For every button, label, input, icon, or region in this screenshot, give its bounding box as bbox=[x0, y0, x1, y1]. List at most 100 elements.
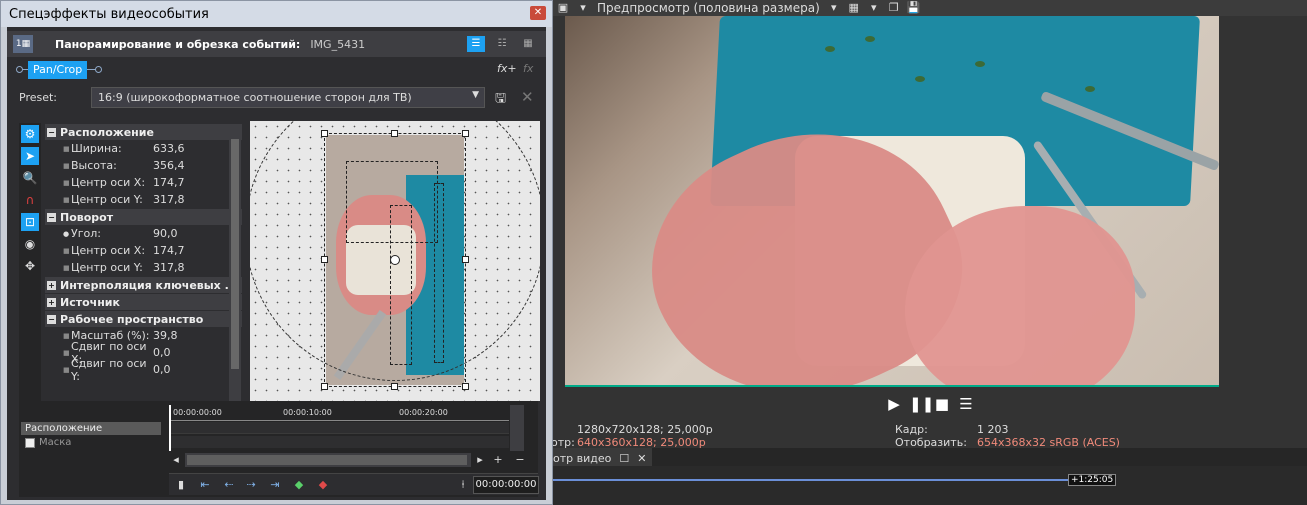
preset-label: Preset: bbox=[19, 91, 58, 104]
delete-keyframe-icon[interactable]: ◆ bbox=[315, 478, 331, 492]
dropdown-arrow-icon[interactable]: ▾ bbox=[827, 1, 841, 15]
view-grid-icon[interactable]: ▦ bbox=[519, 36, 537, 52]
lock-aspect-icon[interactable]: ⊡ bbox=[21, 213, 39, 231]
close-icon[interactable]: ✕ bbox=[530, 6, 546, 20]
resize-handle[interactable] bbox=[391, 130, 398, 137]
section-interpolation[interactable]: + Интерполяция ключевых ... bbox=[45, 277, 242, 293]
scrollbar-thumb[interactable] bbox=[231, 139, 239, 369]
add-fx-icon[interactable]: fx+ bbox=[497, 62, 517, 75]
video-leaf bbox=[825, 46, 835, 52]
frame-value: 1 203 bbox=[977, 423, 1009, 436]
film-icon: 1▦ bbox=[13, 35, 33, 53]
select-tool-icon[interactable]: ➤ bbox=[21, 147, 39, 165]
resize-handle[interactable] bbox=[462, 256, 469, 263]
view-details-icon[interactable]: ☷ bbox=[493, 36, 511, 52]
section-workspace[interactable]: − Рабочее пространство bbox=[45, 311, 242, 327]
preview-video-frame bbox=[565, 16, 1219, 385]
section-rotation[interactable]: − Поворот bbox=[45, 209, 242, 225]
tool-palette: ⚙ ➤ 🔍 ∩ ⊡ ◉ ✥ bbox=[19, 123, 41, 405]
pan-crop-canvas[interactable] bbox=[250, 121, 540, 401]
collapse-icon: − bbox=[47, 212, 56, 222]
prop-row[interactable]: ■ Центр оси X: 174,7 bbox=[45, 174, 242, 191]
zoom-tool-icon[interactable]: 🔍 bbox=[21, 169, 39, 187]
first-keyframe-icon[interactable]: ⇤ bbox=[197, 478, 213, 492]
collapse-icon: − bbox=[47, 127, 56, 137]
resize-handle[interactable] bbox=[321, 256, 328, 263]
remove-fx-icon[interactable]: fx bbox=[523, 62, 533, 75]
prop-row[interactable]: ■ Центр оси Y: 317,8 bbox=[45, 191, 242, 208]
center-handle[interactable] bbox=[390, 255, 400, 265]
track-position-label[interactable]: Расположение bbox=[21, 422, 161, 435]
add-keyframe-icon[interactable]: ◆ bbox=[291, 478, 307, 492]
section-source[interactable]: + Источник bbox=[45, 294, 242, 310]
preview-quality-select[interactable]: Предпросмотр (половина размера) bbox=[597, 1, 820, 15]
prop-row[interactable]: ■ Сдвиг по оси Y: 0,0 bbox=[45, 357, 242, 383]
keyframe-track-position[interactable] bbox=[169, 422, 509, 434]
frame-label: Кадр: bbox=[895, 423, 928, 436]
scrollbar-thumb[interactable] bbox=[187, 455, 467, 465]
resize-handle[interactable] bbox=[462, 130, 469, 137]
next-keyframe-icon[interactable]: ⇢ bbox=[243, 478, 259, 492]
pan-crop-chip[interactable]: Pan/Crop bbox=[28, 61, 88, 79]
save-preset-icon[interactable]: 🖫 bbox=[495, 89, 511, 106]
dropdown-arrow-icon[interactable]: ▾ bbox=[867, 1, 881, 15]
preview-settings-icon[interactable]: ▣ bbox=[556, 1, 570, 15]
move-tool-icon[interactable]: ✥ bbox=[21, 257, 39, 275]
view-list-icon[interactable]: ☰ bbox=[467, 36, 485, 52]
settings-tool-icon[interactable]: ⚙ bbox=[21, 125, 39, 143]
expand-icon: + bbox=[47, 280, 56, 290]
chain-end-dot bbox=[95, 66, 102, 73]
crop-guide-rect bbox=[390, 205, 412, 365]
rotate-center-icon[interactable]: ◉ bbox=[21, 235, 39, 253]
section-position[interactable]: − Расположение bbox=[45, 124, 242, 140]
preset-row: Preset: 16:9 (широкоформатное соотношени… bbox=[7, 87, 546, 109]
properties-panel: − Расположение ■ Ширина: 633,6 ■ Высота: 356,… bbox=[45, 123, 242, 405]
prop-row[interactable]: ● Угол: 90,0 bbox=[45, 225, 242, 242]
preset-select[interactable]: 16:9 (широкоформатное соотношение сторон… bbox=[91, 87, 485, 108]
magnet-snap-icon[interactable]: ∩ bbox=[21, 191, 39, 209]
grid-overlay-icon[interactable]: ▦ bbox=[847, 1, 861, 15]
resize-handle[interactable] bbox=[391, 383, 398, 390]
save-snapshot-icon[interactable]: 💾 bbox=[907, 1, 921, 15]
mask-checkbox[interactable] bbox=[25, 437, 35, 448]
delete-preset-icon[interactable]: ✕ bbox=[521, 88, 537, 106]
stop-icon[interactable]: ■ bbox=[933, 395, 951, 413]
timecode-pin-icon: ⍿ bbox=[461, 478, 465, 491]
zoom-out-icon[interactable]: − bbox=[513, 453, 527, 467]
sync-cursor-icon[interactable]: ▮ bbox=[173, 478, 189, 492]
keyframe-timecode[interactable]: 00:00:00:00 bbox=[473, 476, 539, 494]
pause-icon[interactable]: ❚❚ bbox=[909, 395, 934, 413]
video-leaf bbox=[975, 61, 985, 67]
tab-video-preview[interactable]: отр видео ☐ ✕ bbox=[553, 448, 653, 466]
scroll-right-icon[interactable]: ▸ bbox=[473, 453, 487, 467]
keyframe-ruler[interactable]: 00:00:00:00 00:00:10:00 00:00:20:00 bbox=[169, 407, 509, 421]
last-keyframe-icon[interactable]: ⇥ bbox=[267, 478, 283, 492]
prev-keyframe-icon[interactable]: ⇠ bbox=[221, 478, 237, 492]
prop-row[interactable]: ■ Высота: 356,4 bbox=[45, 157, 242, 174]
prop-row[interactable]: ■ Центр оси Y: 317,8 bbox=[45, 259, 242, 276]
preview-tabbar: отр видео ☐ ✕ bbox=[553, 448, 1307, 466]
play-icon[interactable]: ▶ bbox=[885, 395, 903, 413]
keyframe-vscroll[interactable] bbox=[510, 405, 524, 451]
maximize-icon[interactable]: ☐ bbox=[619, 452, 629, 465]
fx-chain: Pan/Crop fx+ fx bbox=[15, 60, 546, 80]
plugin-header: 1▦ Панорамирование и обрезка событий: IM… bbox=[7, 31, 546, 57]
crop-guide-rect bbox=[434, 183, 444, 363]
scroll-left-icon[interactable]: ◂ bbox=[169, 453, 183, 467]
window-titlebar[interactable]: Спецэффекты видеособытия ✕ bbox=[1, 1, 552, 27]
properties-scrollbar[interactable] bbox=[229, 125, 241, 405]
copy-snapshot-icon[interactable]: ❐ bbox=[887, 1, 901, 15]
keyframe-hscroll[interactable] bbox=[185, 453, 471, 467]
keyframe-track-mask[interactable] bbox=[169, 436, 509, 448]
dropdown-arrow-icon[interactable]: ▾ bbox=[576, 1, 590, 15]
prop-row[interactable]: ■ Ширина: 633,6 bbox=[45, 140, 242, 157]
zoom-in-icon[interactable]: + bbox=[491, 453, 505, 467]
prop-row[interactable]: ■ Центр оси X: 174,7 bbox=[45, 242, 242, 259]
track-mask-label[interactable]: Маска bbox=[21, 436, 161, 449]
menu-icon[interactable]: ☰ bbox=[957, 395, 975, 413]
resize-handle[interactable] bbox=[321, 130, 328, 137]
close-icon[interactable]: ✕ bbox=[637, 452, 646, 465]
resize-handle[interactable] bbox=[321, 383, 328, 390]
keyframe-cursor[interactable] bbox=[169, 405, 171, 451]
resize-handle[interactable] bbox=[462, 383, 469, 390]
